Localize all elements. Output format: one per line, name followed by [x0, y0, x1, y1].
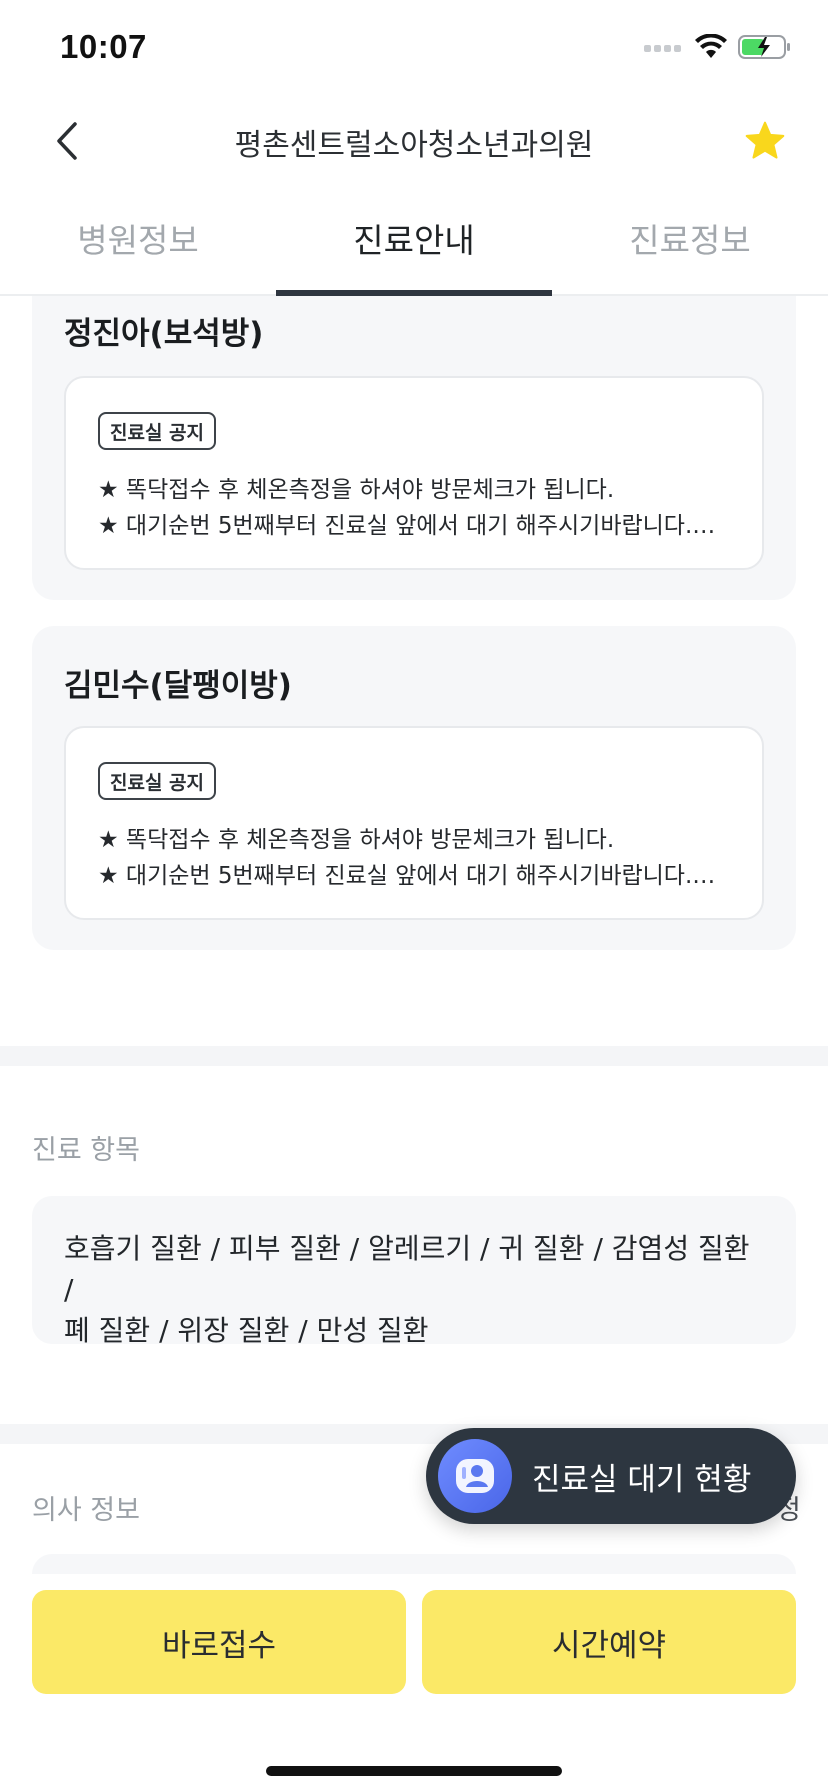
- navigation-bar: 평촌센트럴소아청소년과의원: [0, 100, 828, 182]
- doctor-section-label: 의사 정보: [32, 1495, 140, 1526]
- reservation-button[interactable]: 시간예약: [422, 1590, 796, 1694]
- tab-treatment-guide[interactable]: 진료안내: [276, 182, 552, 296]
- favorite-button[interactable]: [742, 118, 788, 164]
- tab-treatment-info[interactable]: 진료정보: [552, 182, 828, 294]
- treatment-section-label: 진료 항목: [32, 1135, 140, 1166]
- room-name: 정진아(보석방): [64, 316, 264, 352]
- notice-line: ★ 똑닥접수 후 체온측정을 하셔야 방문체크가 됩니다.: [98, 827, 615, 853]
- notice-badge: 진료실 공지: [98, 412, 217, 450]
- room-card: 정진아(보석방) 진료실 공지 ★ 똑닥접수 후 체온측정을 하셔야 방문체크가…: [32, 296, 796, 600]
- wifi-icon: [695, 34, 727, 58]
- tab-bar: 병원정보 진료안내 진료정보: [0, 182, 828, 296]
- status-time: 10:07: [60, 28, 147, 65]
- treatment-items-box: 호흡기 질환 / 피부 질환 / 알레르기 / 귀 질환 / 감염성 질환 / …: [32, 1196, 796, 1347]
- waiting-status-button[interactable]: 진료실 대기 현황: [426, 1428, 796, 1524]
- status-bar: 10:07: [0, 0, 828, 100]
- notice-badge: 진료실 공지: [98, 762, 217, 800]
- notice-line: ★ 대기순번 5번째부터 진료실 앞에서 대기 해주시기바랍니다.…: [98, 863, 716, 889]
- room-name: 김민수(달팽이방): [64, 668, 292, 704]
- notice-line: ★ 똑닥접수 후 체온측정을 하셔야 방문체크가 됩니다.: [98, 477, 615, 503]
- waiting-status-label: 진료실 대기 현황: [532, 1461, 752, 1498]
- person-badge-icon: [456, 1459, 494, 1493]
- treatment-items-line: 호흡기 질환 / 피부 질환 / 알레르기 / 귀 질환 / 감염성 질환 /: [64, 1232, 750, 1306]
- section-divider: [0, 1046, 828, 1066]
- room-notice[interactable]: 진료실 공지 ★ 똑닥접수 후 체온측정을 하셔야 방문체크가 됩니다. ★ 대…: [64, 726, 764, 920]
- notice-line: ★ 대기순번 5번째부터 진료실 앞에서 대기 해주시기바랍니다.…: [98, 513, 716, 539]
- status-icons: [644, 34, 792, 60]
- scroll-content[interactable]: 정진아(보석방) 진료실 공지 ★ 똑닥접수 후 체온측정을 하셔야 방문체크가…: [0, 296, 828, 1574]
- cellular-signal-icon: [644, 45, 681, 52]
- app-screen: 10:07 평촌센트럴소아청소년과의원 병원정보 진료안내 진료정보 정진아(보…: [0, 0, 828, 1792]
- page-title: 평촌센트럴소아청소년과의원: [234, 128, 594, 163]
- battery-charging-icon: [738, 35, 790, 59]
- room-card: 김민수(달팽이방) 진료실 공지 ★ 똑닥접수 후 체온측정을 하셔야 방문체크…: [32, 626, 796, 950]
- bottom-action-bar: 바로접수 시간예약: [0, 1574, 828, 1792]
- treatment-items-line: 폐 질환 / 위장 질환 / 만성 질환: [64, 1314, 429, 1347]
- doctor-info-box: [32, 1554, 796, 1574]
- room-notice[interactable]: 진료실 공지 ★ 똑닥접수 후 체온측정을 하셔야 방문체크가 됩니다. ★ 대…: [64, 376, 764, 570]
- star-icon: [745, 121, 785, 159]
- home-indicator[interactable]: [266, 1766, 562, 1776]
- avatar: [438, 1439, 512, 1513]
- tab-hospital-info[interactable]: 병원정보: [0, 182, 276, 294]
- walk-in-button[interactable]: 바로접수: [32, 1590, 406, 1694]
